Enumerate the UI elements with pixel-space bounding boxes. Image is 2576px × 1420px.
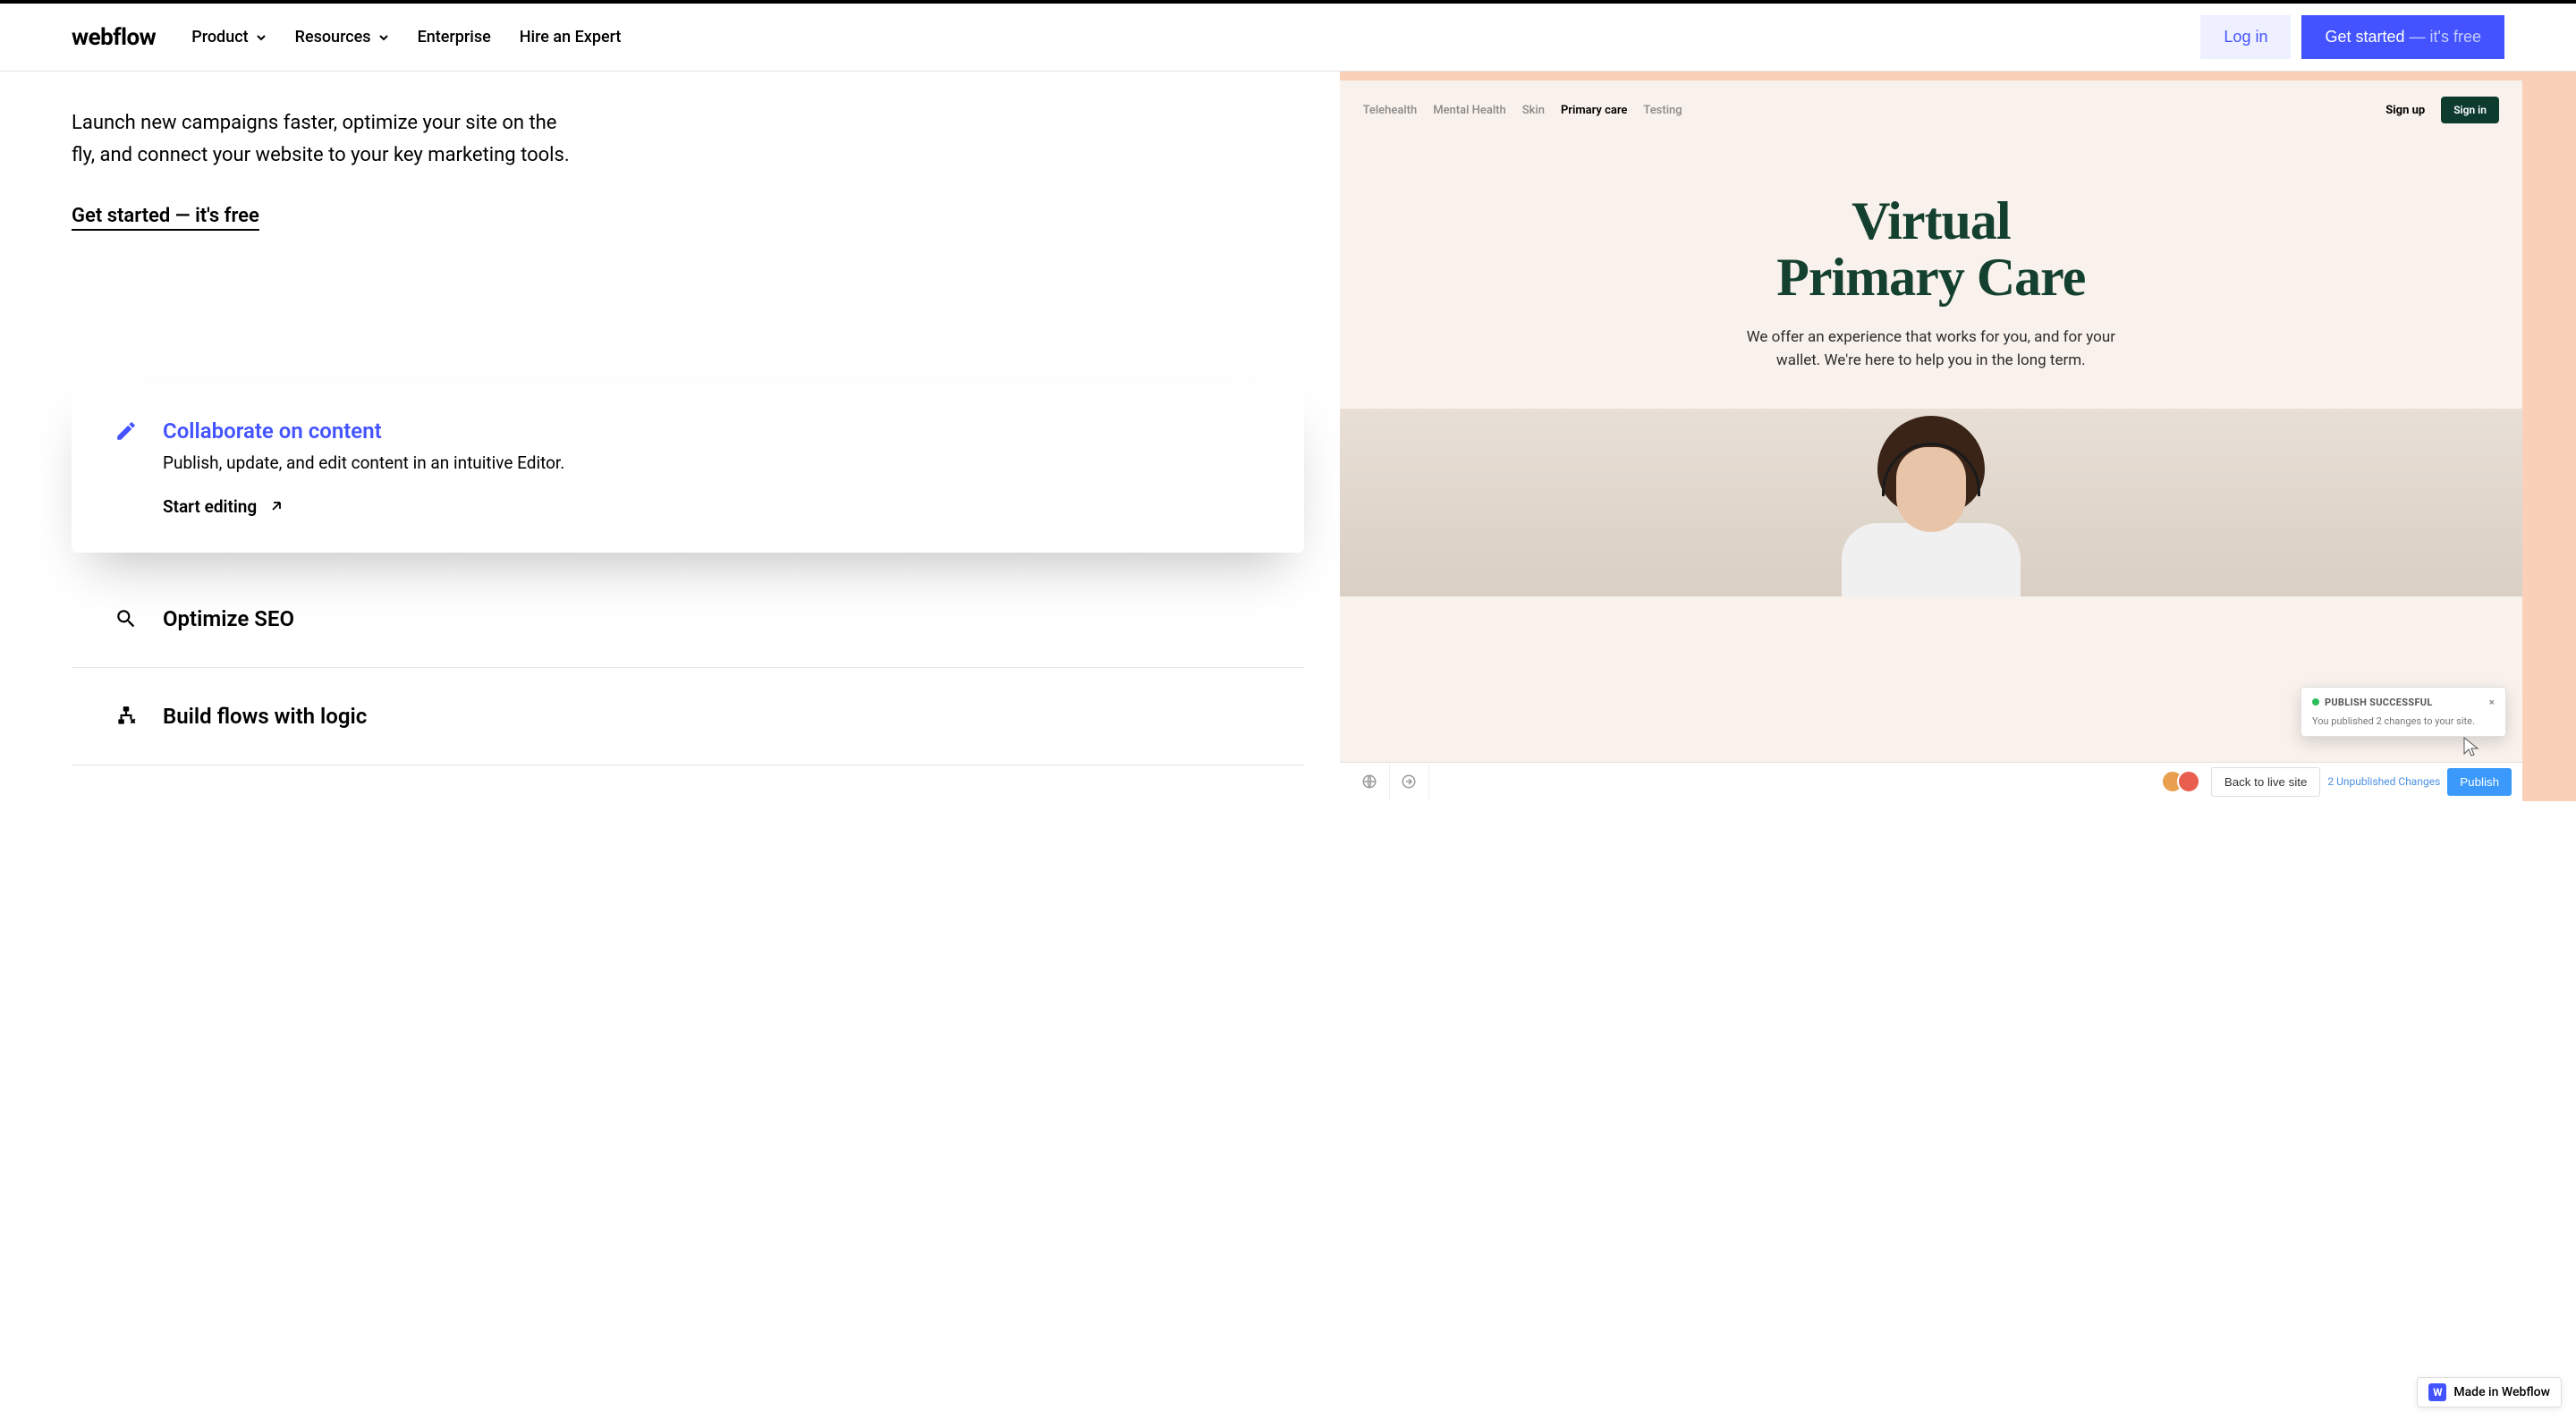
card-title: Collaborate on content (163, 418, 382, 444)
card-logic[interactable]: Build flows with logic (72, 668, 1304, 765)
login-button[interactable]: Log in (2200, 15, 2291, 59)
chevron-down-icon (256, 32, 267, 43)
preview-hero-image (1340, 409, 2522, 596)
chevron-down-icon (378, 32, 389, 43)
person-illustration (1815, 416, 2047, 596)
avatar (2177, 770, 2200, 793)
publish-button[interactable]: Publish (2447, 768, 2512, 796)
made-in-webflow-badge[interactable]: W Made in Webflow (2417, 1377, 2562, 1407)
preview-nav-mental-health[interactable]: Mental Health (1433, 104, 1506, 117)
toast-close-icon[interactable]: × (2489, 697, 2495, 708)
card-title: Optimize SEO (163, 606, 294, 631)
arrow-up-right-icon (269, 499, 284, 513)
site-preview: Telehealth Mental Health Skin Primary ca… (1340, 80, 2522, 801)
preview-nav: Telehealth Mental Health Skin Primary ca… (1340, 80, 2522, 139)
title-line-2: Primary Care (1776, 248, 2085, 307)
publish-toast: PUBLISH SUCCESSFUL × You published 2 cha… (2301, 687, 2506, 737)
search-icon (114, 607, 138, 630)
preview-signup-link[interactable]: Sign up (2385, 104, 2425, 117)
preview-hero-subtitle: We offer an experience that works for yo… (1734, 325, 2128, 373)
nav-right: Log in Get started — it's free (2200, 15, 2504, 59)
nav-item-resources[interactable]: Resources (295, 28, 389, 46)
toast-title: PUBLISH SUCCESSFUL (2325, 697, 2433, 708)
success-dot-icon (2312, 698, 2319, 706)
back-to-live-button[interactable]: Back to live site (2211, 767, 2321, 797)
collaborator-avatars[interactable] (2168, 770, 2200, 793)
card-seo[interactable]: Optimize SEO (72, 571, 1304, 668)
cta-sub-label: — it's free (2410, 28, 2481, 46)
card-cta-label: Start editing (163, 496, 257, 517)
globe-icon[interactable] (1351, 762, 1390, 801)
nav-item-label: Hire an Expert (520, 28, 622, 46)
card-collaborate[interactable]: Collaborate on content Publish, update, … (72, 383, 1304, 553)
feature-cards: Collaborate on content Publish, update, … (72, 383, 1304, 765)
edit-icon (114, 419, 138, 443)
share-icon[interactable] (1390, 762, 1429, 801)
preview-nav-testing[interactable]: Testing (1643, 104, 1682, 117)
hero-cta-link[interactable]: Get started — it's free (72, 205, 259, 231)
toast-body: You published 2 changes to your site. (2312, 715, 2495, 727)
preview-nav-skin[interactable]: Skin (1522, 104, 1545, 117)
nav-item-product[interactable]: Product (191, 28, 266, 46)
intro-text: Launch new campaigns faster, optimize yo… (72, 107, 572, 173)
badge-label: Made in Webflow (2453, 1385, 2550, 1399)
nav-links: Product Resources Enterprise Hire an Exp… (191, 28, 2200, 46)
card-desc: Publish, update, and edit content in an … (163, 452, 1261, 473)
card-head: Build flows with logic (114, 704, 1261, 729)
title-line-1: Virtual (1852, 191, 2010, 250)
flow-icon (114, 705, 138, 728)
preview-hero-title: Virtual Primary Care (1340, 193, 2522, 306)
right-preview-panel: Telehealth Mental Health Skin Primary ca… (1340, 72, 2576, 801)
preview-nav-primary-care[interactable]: Primary care (1561, 104, 1627, 117)
nav-item-label: Resources (295, 28, 371, 46)
card-head: Collaborate on content (114, 418, 1261, 444)
preview-signin-button[interactable]: Sign in (2441, 97, 2499, 123)
toast-header: PUBLISH SUCCESSFUL × (2312, 697, 2495, 708)
left-column: Launch new campaigns faster, optimize yo… (0, 72, 1340, 801)
cta-main-label: Get started (2325, 28, 2404, 46)
get-started-button[interactable]: Get started — it's free (2301, 15, 2504, 59)
editor-toolbar: Back to live site 2 Unpublished Changes … (1340, 762, 2522, 801)
brand-logo[interactable]: webflow (72, 24, 156, 51)
main-nav: webflow Product Resources Enterprise Hir… (0, 4, 2576, 72)
card-head: Optimize SEO (114, 606, 1261, 631)
unpublished-changes-link[interactable]: 2 Unpublished Changes (2327, 775, 2440, 788)
preview-nav-telehealth[interactable]: Telehealth (1363, 104, 1418, 117)
webflow-badge-icon: W (2428, 1383, 2446, 1401)
nav-item-enterprise[interactable]: Enterprise (418, 28, 491, 46)
card-cta-link[interactable]: Start editing (163, 496, 1261, 517)
cursor-icon (2463, 737, 2479, 756)
card-body: Publish, update, and edit content in an … (163, 452, 1261, 517)
card-title: Build flows with logic (163, 704, 367, 729)
nav-item-hire-expert[interactable]: Hire an Expert (520, 28, 622, 46)
nav-item-label: Enterprise (418, 28, 491, 46)
nav-item-label: Product (191, 28, 248, 46)
main-content: Launch new campaigns faster, optimize yo… (0, 72, 2576, 801)
